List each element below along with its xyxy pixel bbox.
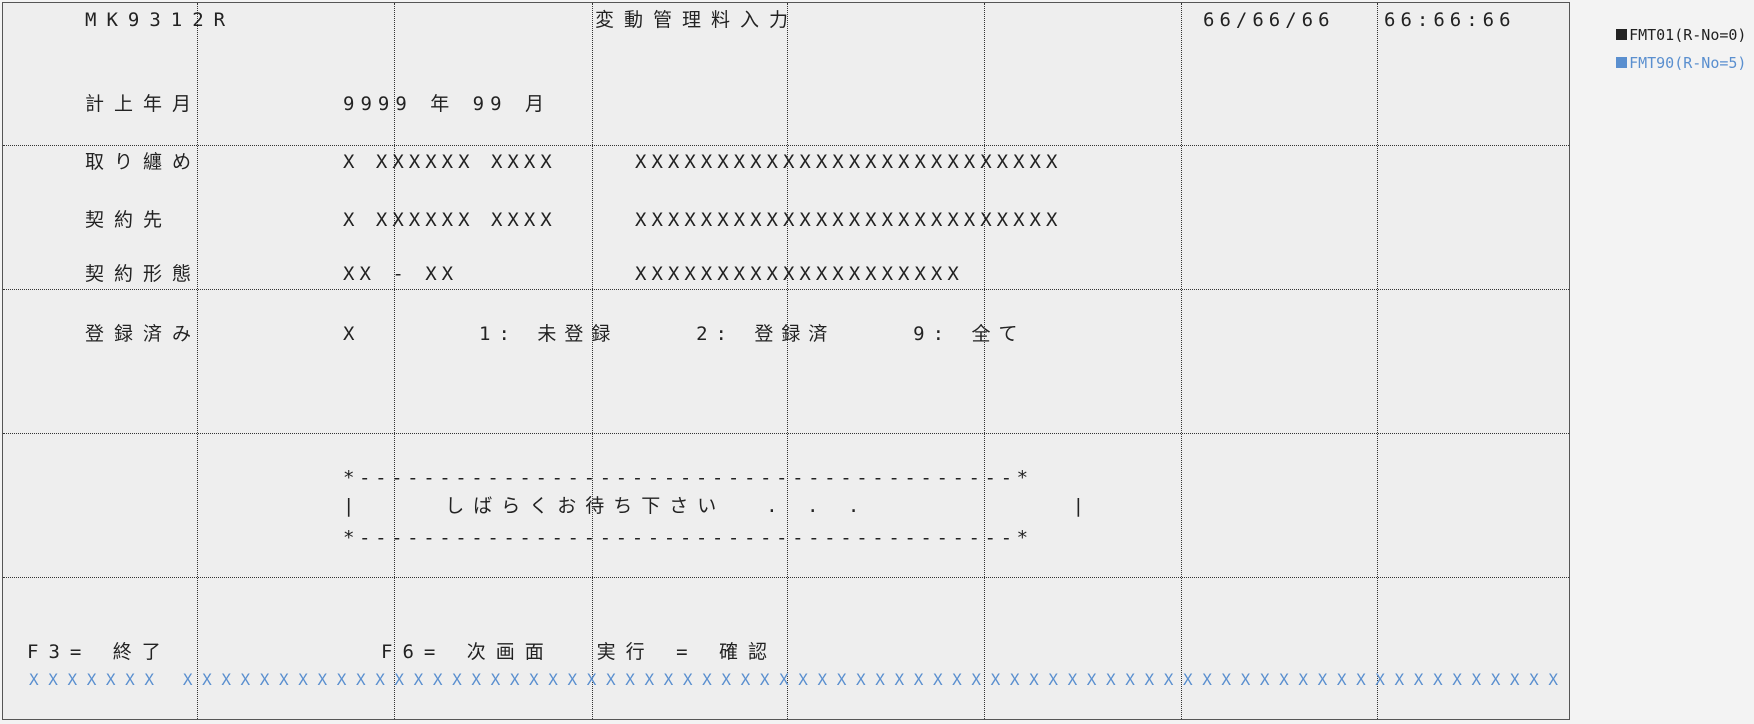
grid-hline xyxy=(3,289,1569,290)
f3-exit-key[interactable]: F3= 終了 xyxy=(27,641,171,663)
terminal-screen: MK9312R 変動管理料入力 66/66/66 66:66:66 計上年月 9… xyxy=(2,2,1570,720)
grid-vline xyxy=(592,3,593,719)
grid-vline xyxy=(984,3,985,719)
wait-box-top: *---------------------------------------… xyxy=(343,467,1033,489)
system-date: 66/66/66 xyxy=(1203,9,1335,31)
grid-hline xyxy=(3,145,1569,146)
grid-vline xyxy=(1377,3,1378,719)
registered-input[interactable]: X xyxy=(343,323,357,345)
torimatome-name: XXXXXXXXXXXXXXXXXXXXXXXXXX xyxy=(635,151,1063,173)
contract-type-name: XXXXXXXXXXXXXXXXXXXX xyxy=(635,263,964,285)
wait-box-bottom: *---------------------------------------… xyxy=(343,527,1033,549)
fiscal-month-input[interactable]: 9999 年 99 月 xyxy=(343,93,550,115)
contract-type-code-input[interactable]: XX - XX xyxy=(343,263,458,285)
system-time: 66:66:66 xyxy=(1384,9,1516,31)
grid-vline xyxy=(1181,3,1182,719)
legend-item-fmt90: FMT90(R-No=5) xyxy=(1598,36,1746,72)
grid-vline xyxy=(787,3,788,719)
torimatome-code-input[interactable]: X XXXXXX XXXX xyxy=(343,151,557,173)
screen-title: 変動管理料入力 xyxy=(595,9,799,31)
grid-hline xyxy=(3,577,1569,578)
contractor-name: XXXXXXXXXXXXXXXXXXXXXXXXXX xyxy=(635,209,1063,231)
grid-hline xyxy=(3,433,1569,434)
square-icon xyxy=(1616,57,1628,68)
message-line: XXXXXXX XXXXXXXXXXXXXXXXXXXXXXXXXXXXXXXX… xyxy=(29,670,1568,689)
torimatome-label: 取り纏め xyxy=(85,151,202,173)
contract-type-label: 契約形態 xyxy=(85,263,202,285)
f6-next-key[interactable]: F6= 次画面 実行 = 確認 xyxy=(381,641,777,663)
registered-label: 登録済み xyxy=(85,323,202,345)
program-id: MK9312R xyxy=(85,9,236,31)
registered-options: 1: 未登録 2: 登録済 9: 全て xyxy=(479,323,1026,345)
fiscal-month-label: 計上年月 xyxy=(85,93,202,115)
contractor-label: 契約先 xyxy=(85,209,173,231)
wait-message: | しばらくお待ち下さい . . . | xyxy=(343,495,1094,517)
contractor-code-input[interactable]: X XXXXXX XXXX xyxy=(343,209,557,231)
